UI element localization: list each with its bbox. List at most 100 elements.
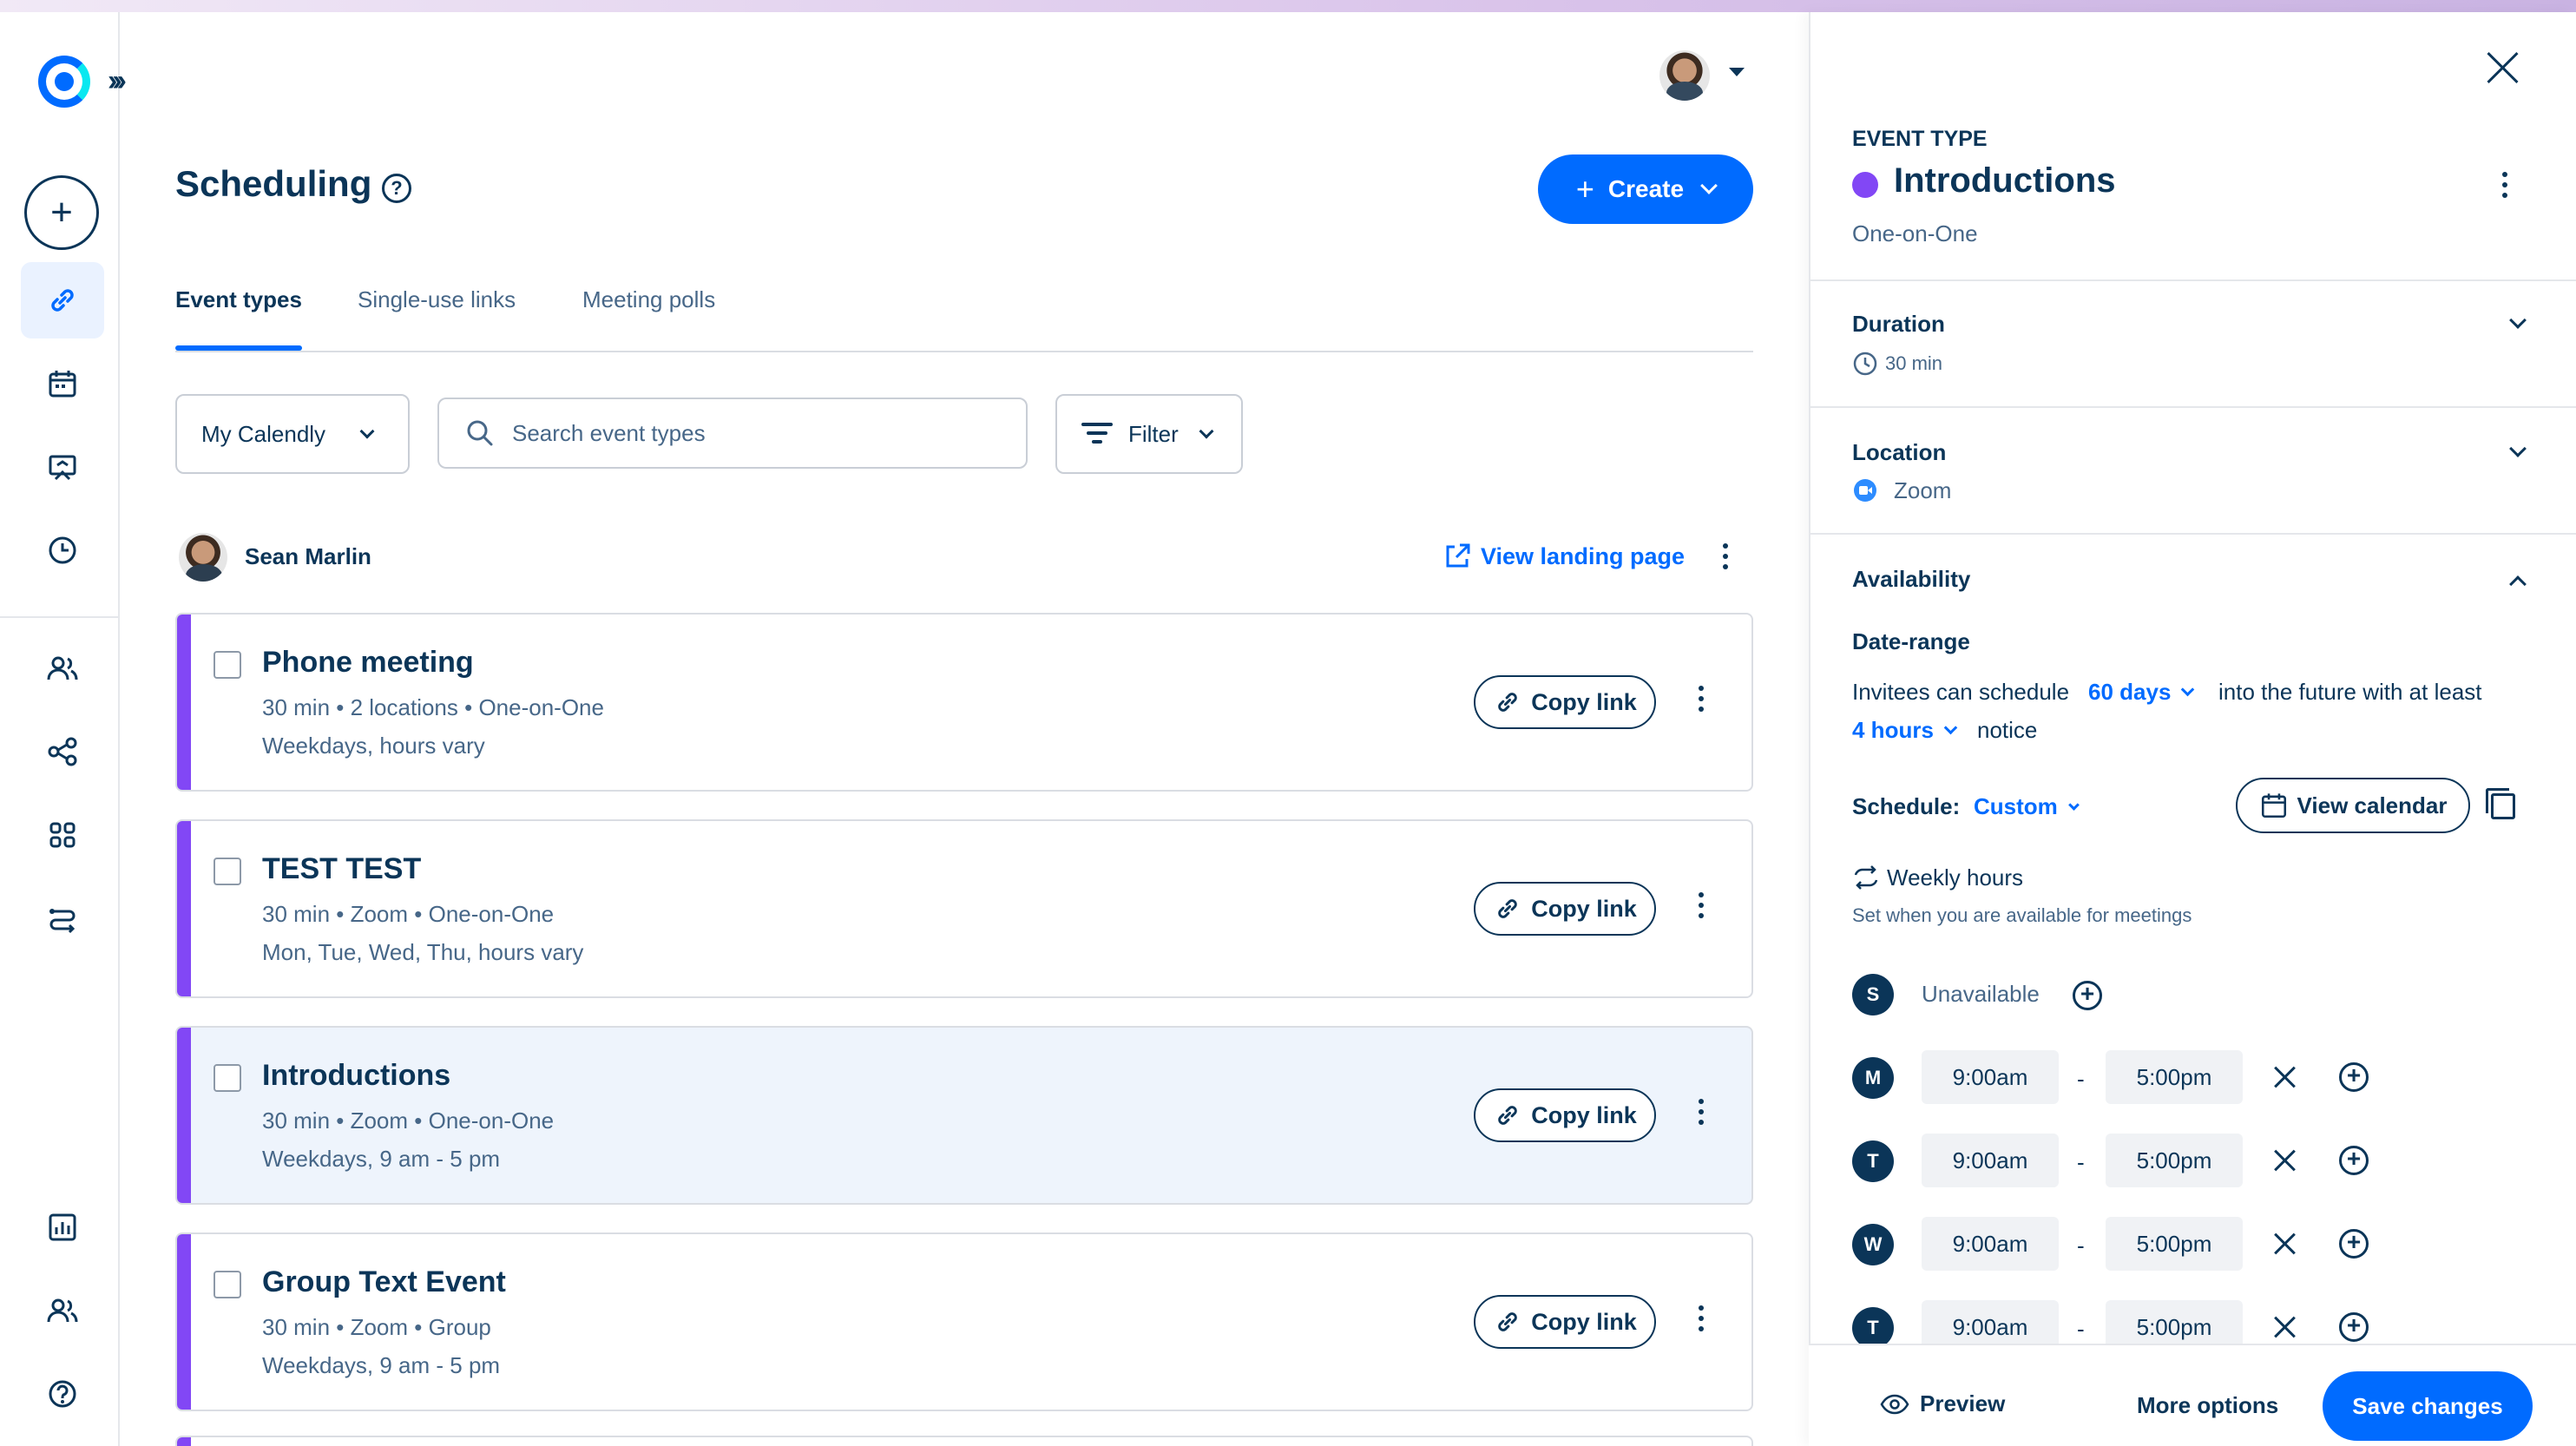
event-card-phone-meeting[interactable]: Phone meeting 30 min • 2 locations • One… bbox=[175, 613, 1753, 792]
calendar-icon[interactable] bbox=[21, 345, 104, 422]
event-card-introductions[interactable]: Introductions 30 min • Zoom • One-on-One… bbox=[175, 1026, 1753, 1205]
start-time-input[interactable]: 9:00am bbox=[1922, 1217, 2059, 1271]
contacts-icon[interactable] bbox=[21, 630, 104, 707]
day-badge-sunday: S bbox=[1852, 974, 1894, 1015]
event-more-icon[interactable] bbox=[1692, 1099, 1710, 1125]
event-title[interactable]: Group Text Event bbox=[262, 1265, 506, 1299]
save-changes-button[interactable]: Save changes bbox=[2323, 1371, 2533, 1441]
account-select[interactable]: My Calendly bbox=[175, 394, 410, 474]
event-title[interactable]: Introductions bbox=[262, 1059, 450, 1093]
event-color-stripe bbox=[177, 821, 191, 996]
event-checkbox[interactable] bbox=[214, 651, 241, 679]
external-link-icon bbox=[1446, 543, 1470, 568]
duration-label[interactable]: Duration bbox=[1852, 311, 1945, 338]
close-icon[interactable] bbox=[2486, 50, 2520, 85]
event-checkbox[interactable] bbox=[214, 1271, 241, 1298]
tab-event-types[interactable]: Event types bbox=[175, 286, 302, 313]
event-more-icon[interactable] bbox=[1692, 1305, 1710, 1331]
event-card-test-test[interactable]: TEST TEST 30 min • Zoom • One-on-One Mon… bbox=[175, 819, 1753, 998]
availability-label[interactable]: Availability bbox=[1852, 566, 1970, 593]
link-icon bbox=[1498, 899, 1518, 918]
link-icon bbox=[1498, 693, 1518, 712]
event-checkbox[interactable] bbox=[214, 1064, 241, 1092]
search-input[interactable] bbox=[512, 419, 998, 447]
schedule-label: Schedule: bbox=[1852, 793, 1961, 819]
account-select-value: My Calendly bbox=[201, 420, 326, 447]
more-options-button[interactable]: More options bbox=[2137, 1392, 2278, 1419]
expand-icon[interactable]: ››› bbox=[108, 64, 127, 98]
start-time-input[interactable]: 9:00am bbox=[1922, 1134, 2059, 1187]
link-icon[interactable] bbox=[21, 262, 104, 338]
owner-name: Sean Marlin bbox=[245, 543, 371, 569]
preview-label: Preview bbox=[1920, 1390, 2006, 1416]
panel-more-icon[interactable] bbox=[2496, 172, 2514, 198]
view-calendar-button[interactable]: View calendar bbox=[2236, 778, 2470, 833]
panel-divider bbox=[1809, 533, 2576, 535]
analytics-icon[interactable] bbox=[21, 1189, 104, 1265]
create-button[interactable]: + Create bbox=[1538, 154, 1753, 224]
meetings-icon[interactable] bbox=[21, 429, 104, 505]
event-more-icon[interactable] bbox=[1692, 892, 1710, 918]
event-title[interactable]: Phone meeting bbox=[262, 646, 474, 680]
duration-value: 30 min bbox=[1885, 352, 1943, 374]
add-interval-icon[interactable]: + bbox=[2339, 1146, 2369, 1175]
copy-link-button[interactable]: Copy link bbox=[1474, 1088, 1656, 1142]
start-time-input[interactable]: 9:00am bbox=[1922, 1050, 2059, 1104]
owner-more-icon[interactable] bbox=[1717, 543, 1734, 569]
end-time-input[interactable]: 5:00pm bbox=[2106, 1134, 2243, 1187]
location-label[interactable]: Location bbox=[1852, 439, 1946, 466]
clock-icon[interactable] bbox=[21, 512, 104, 588]
remove-interval-icon[interactable] bbox=[2274, 1232, 2297, 1255]
copy-link-button[interactable]: Copy link bbox=[1474, 1295, 1656, 1349]
apps-icon[interactable] bbox=[21, 797, 104, 873]
user-avatar[interactable] bbox=[1659, 50, 1710, 101]
filter-button[interactable]: Filter bbox=[1055, 394, 1243, 474]
schedule-select[interactable]: Custom bbox=[1974, 793, 2080, 820]
day-badge-monday: M bbox=[1852, 1057, 1894, 1099]
left-rail: ››› + bbox=[0, 12, 127, 1446]
end-time-input[interactable]: 5:00pm bbox=[2106, 1217, 2243, 1271]
event-card-group-text-event[interactable]: Group Text Event 30 min • Zoom • Group W… bbox=[175, 1232, 1753, 1411]
chevron-down-icon[interactable] bbox=[1729, 68, 1745, 76]
filter-icon bbox=[1081, 423, 1113, 444]
tab-single-use-links[interactable]: Single-use links bbox=[358, 286, 516, 313]
help-circle-icon[interactable]: ? bbox=[382, 174, 411, 203]
preview-button[interactable]: Preview bbox=[1880, 1390, 2005, 1417]
calendly-logo-icon[interactable] bbox=[38, 56, 90, 108]
help-icon[interactable] bbox=[21, 1356, 104, 1432]
add-interval-icon[interactable]: + bbox=[2339, 1229, 2369, 1259]
add-interval-icon[interactable]: + bbox=[2339, 1312, 2369, 1342]
event-checkbox[interactable] bbox=[214, 858, 241, 885]
copy-icon[interactable] bbox=[2486, 788, 2515, 819]
event-meta: 30 min • Zoom • One-on-One bbox=[262, 901, 555, 927]
remove-interval-icon[interactable] bbox=[2274, 1316, 2297, 1338]
end-time-input[interactable]: 5:00pm bbox=[2106, 1050, 2243, 1104]
tab-meeting-polls[interactable]: Meeting polls bbox=[582, 286, 715, 313]
filter-label: Filter bbox=[1128, 420, 1179, 447]
event-title[interactable]: TEST TEST bbox=[262, 852, 421, 886]
plus-icon[interactable]: + bbox=[24, 175, 99, 250]
remove-interval-icon[interactable] bbox=[2274, 1149, 2297, 1172]
repeat-icon bbox=[1854, 865, 1878, 890]
time-separator: - bbox=[2077, 1066, 2085, 1092]
plus-icon: + bbox=[1575, 171, 1594, 207]
add-interval-icon[interactable]: + bbox=[2339, 1062, 2369, 1092]
view-landing-page-link[interactable]: View landing page bbox=[1442, 542, 1685, 571]
create-button-label: Create bbox=[1607, 175, 1685, 202]
copy-link-button[interactable]: Copy link bbox=[1474, 675, 1656, 729]
chevron-down-icon bbox=[1943, 720, 1958, 735]
days-select[interactable]: 60 days bbox=[2088, 679, 2195, 706]
event-hours: Mon, Tue, Wed, Thu, hours vary bbox=[262, 939, 584, 965]
add-interval-icon[interactable]: + bbox=[2073, 981, 2102, 1010]
event-more-icon[interactable] bbox=[1692, 686, 1710, 712]
invitees-suffix: into the future with at least bbox=[2218, 679, 2482, 705]
remove-interval-icon[interactable] bbox=[2274, 1066, 2297, 1088]
active-tab-indicator bbox=[175, 345, 302, 351]
workflows-icon[interactable] bbox=[21, 713, 104, 790]
admin-icon[interactable] bbox=[21, 1272, 104, 1349]
routing-icon[interactable] bbox=[21, 880, 104, 956]
copy-link-button[interactable]: Copy link bbox=[1474, 882, 1656, 936]
notice-select[interactable]: 4 hours bbox=[1852, 717, 1958, 744]
chevron-down-icon bbox=[1199, 424, 1214, 439]
search-field[interactable] bbox=[437, 398, 1028, 469]
